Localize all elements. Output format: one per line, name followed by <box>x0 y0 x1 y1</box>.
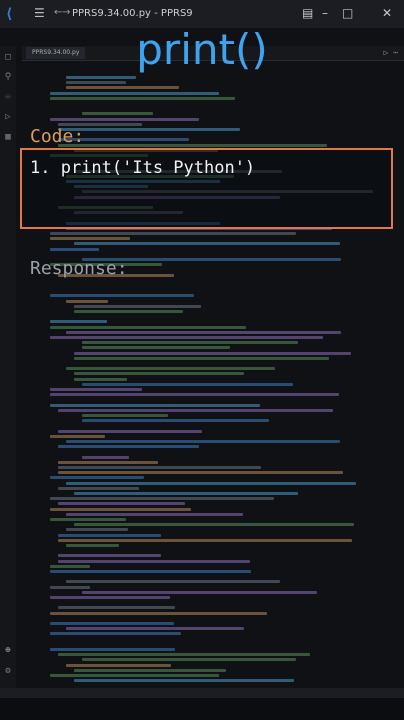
code-text-line <box>50 648 175 651</box>
minimize-icon[interactable]: – <box>322 6 328 20</box>
code-text-line <box>82 382 293 386</box>
code-text-line <box>82 455 129 459</box>
code-text-line <box>66 76 136 79</box>
code-text-line <box>58 460 158 464</box>
arrow-right-icon[interactable]: → <box>62 7 70 18</box>
account-icon[interactable]: ☻ <box>3 646 13 656</box>
code-text-line <box>66 330 341 334</box>
code-text-line <box>74 679 294 683</box>
code-text-line <box>50 596 170 599</box>
code-text-line <box>58 471 343 475</box>
activity-bar: □ ⚲ ☉ ▷ ▦ ☻ ⚙ <box>0 46 16 688</box>
code-text-line <box>66 627 244 631</box>
code-text-line <box>74 351 351 355</box>
code-text-line <box>82 419 269 423</box>
code-box: 1. print('Its Python') <box>20 148 393 229</box>
code-text-line <box>74 310 183 313</box>
code-text-line <box>58 538 352 542</box>
code-text-line <box>66 580 280 584</box>
code-text-line <box>50 622 174 625</box>
code-text-line <box>58 653 310 657</box>
code-text-line <box>82 112 153 116</box>
code-text-line <box>50 403 260 407</box>
code-text-line <box>50 320 107 324</box>
code-text-line <box>66 481 356 485</box>
code-text-line <box>58 128 240 131</box>
overlay-title: print() <box>136 25 268 74</box>
code-text-line <box>50 507 191 511</box>
code-text-line <box>74 377 127 381</box>
code-text-line <box>66 440 340 443</box>
close-icon[interactable]: ✕ <box>382 6 392 20</box>
code-line: 1. print('Its Python') <box>30 158 256 178</box>
code-text-line <box>58 143 327 147</box>
code-text-line <box>58 466 261 469</box>
code-text-line <box>50 232 296 235</box>
code-text-line <box>66 81 126 85</box>
code-text-line <box>50 91 219 95</box>
extensions-icon[interactable]: ▦ <box>3 132 13 142</box>
code-text-line <box>58 445 199 449</box>
code-text-line <box>66 528 128 532</box>
code-text-line <box>58 429 202 433</box>
code-text-line <box>50 570 251 573</box>
code-text-line <box>58 486 139 490</box>
code-text-line <box>50 434 105 438</box>
window-title: PPRS9.34.00.py - PPRS9 <box>72 8 193 19</box>
code-text-line <box>50 325 246 329</box>
code-text-line <box>58 533 161 537</box>
code-text-line <box>66 299 108 303</box>
code-text-line <box>74 492 298 495</box>
code-text-line <box>66 86 179 90</box>
code-text-line <box>58 502 185 506</box>
code-text-line <box>50 674 219 677</box>
code-text-line <box>50 393 339 397</box>
code-text-line <box>74 668 226 672</box>
code-text-line <box>82 590 317 594</box>
code-text-line <box>58 408 333 412</box>
code-text-line <box>50 388 142 391</box>
code-text-line <box>66 512 243 516</box>
source-control-icon[interactable]: ☉ <box>3 92 13 102</box>
hamburger-icon[interactable]: ☰ <box>34 6 45 20</box>
code-text-line <box>50 96 235 100</box>
layout-icon[interactable]: ▤ <box>302 6 313 20</box>
code-text-line <box>50 632 181 636</box>
code-text-line <box>58 606 175 610</box>
code-text-line <box>82 341 298 345</box>
code-text-line <box>50 237 130 241</box>
run-debug-icon[interactable]: ▷ <box>3 112 13 122</box>
code-text-line <box>74 356 329 360</box>
code-label: Code: <box>30 126 85 147</box>
code-text-line <box>74 523 354 527</box>
code-text-line <box>50 497 274 501</box>
code-text-line <box>82 414 168 417</box>
status-bar <box>0 688 404 698</box>
code-text-line <box>82 346 230 350</box>
code-text-line <box>74 372 244 376</box>
maximize-icon[interactable]: □ <box>342 6 353 20</box>
response-label: Response: <box>30 258 128 279</box>
settings-gear-icon[interactable]: ⚙ <box>3 666 13 676</box>
vscode-icon[interactable]: ⟨ <box>6 6 12 22</box>
code-text-line <box>50 585 90 589</box>
code-text-line <box>82 658 296 662</box>
code-text-line <box>50 247 99 251</box>
code-text-line <box>50 564 90 568</box>
code-text-line <box>66 663 171 667</box>
code-text-line <box>50 336 323 339</box>
title-bar: ⟨ ☰ ← → PPRS9.34.00.py - PPRS9 ▤ – □ ✕ <box>0 0 404 28</box>
code-text-line <box>66 544 119 547</box>
code-text-line <box>58 559 250 563</box>
code-text-line <box>50 518 126 521</box>
code-text-line <box>66 367 275 371</box>
code-text-line <box>50 611 267 615</box>
code-text-line <box>58 554 161 558</box>
bottom-strip <box>0 698 404 720</box>
code-text-line <box>50 294 194 298</box>
code-text-line <box>74 304 201 308</box>
code-text-line <box>50 117 199 121</box>
code-text-line <box>74 242 340 246</box>
code-text-line <box>50 476 144 480</box>
